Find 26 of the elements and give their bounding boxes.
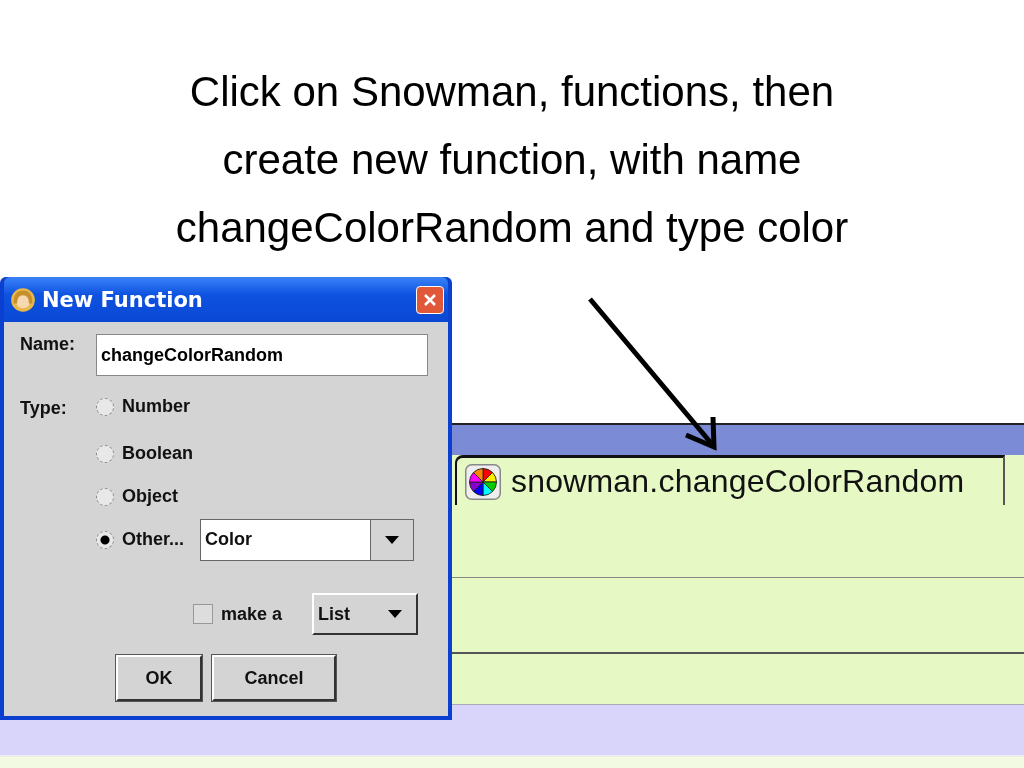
type-dropdown[interactable]: Color [200, 518, 414, 561]
ok-button[interactable]: OK [116, 655, 202, 701]
slide-title: Click on Snowman, functions, then create new function, with name changeColorRandom and type color [174, 67, 850, 253]
close-icon [423, 292, 437, 307]
window-title: New Function [42, 287, 204, 312]
field-label: Name: [20, 334, 77, 355]
radio-button[interactable] [96, 444, 114, 463]
caret-icon [388, 610, 402, 618]
function-tab[interactable]: snowman.changeColorRandom [455, 455, 1005, 505]
color-wheel-icon [465, 463, 501, 500]
checkbox[interactable] [192, 604, 213, 624]
radio-button[interactable] [96, 397, 114, 416]
name-field[interactable]: changeColorRandom [96, 334, 428, 376]
radio-option[interactable]: Boolean [96, 443, 193, 464]
cancel-button[interactable]: Cancel [212, 655, 336, 701]
checkbox-option[interactable]: make a [192, 603, 282, 625]
field-label: Type: [20, 397, 68, 419]
caret-icon [385, 535, 399, 544]
radio-option[interactable]: Other... [96, 529, 184, 550]
radio-option[interactable]: Number [96, 396, 190, 417]
radio-button[interactable] [96, 530, 114, 549]
person-icon [10, 286, 36, 313]
radio-button[interactable] [96, 487, 114, 506]
close-button[interactable] [416, 285, 444, 314]
radio-option[interactable]: Object [96, 486, 178, 507]
list-dropdown[interactable]: List [312, 593, 418, 635]
